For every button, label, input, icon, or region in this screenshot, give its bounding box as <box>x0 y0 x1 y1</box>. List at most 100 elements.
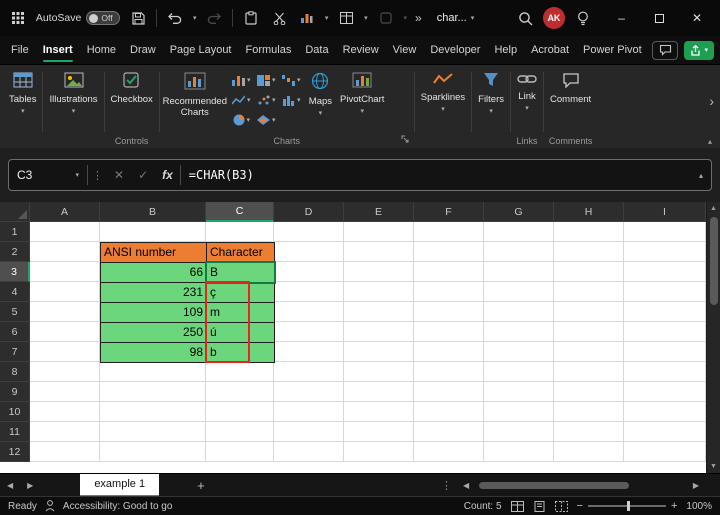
cell-A12[interactable] <box>30 442 100 462</box>
formula-bar-collapse-icon[interactable]: ▴ <box>691 171 711 180</box>
row-header-3[interactable]: 3 <box>0 262 30 282</box>
name-box[interactable]: C3 ▾ <box>9 168 87 182</box>
cell-A10[interactable] <box>30 402 100 422</box>
cell-B10[interactable] <box>100 402 206 422</box>
row-header-12[interactable]: 12 <box>0 442 30 462</box>
cell-B5[interactable]: 109 <box>100 302 207 323</box>
cell-H10[interactable] <box>554 402 624 422</box>
cell-I3[interactable] <box>624 262 706 282</box>
cell-A4[interactable] <box>30 282 100 302</box>
count-indicator[interactable]: Count: 5 <box>464 501 502 512</box>
cell-C1[interactable] <box>206 222 274 242</box>
row-header-6[interactable]: 6 <box>0 322 30 342</box>
page-break-view-icon[interactable] <box>554 500 568 512</box>
filters-button[interactable]: Filters ▾ <box>475 68 507 116</box>
formula-input[interactable]: =CHAR(B3) <box>181 168 691 182</box>
cell-D1[interactable] <box>274 222 344 242</box>
cell-F3[interactable] <box>414 262 484 282</box>
cell-B3[interactable]: 66 <box>100 262 207 283</box>
cell-E8[interactable] <box>344 362 414 382</box>
cell-I12[interactable] <box>624 442 706 462</box>
menu-tab-file[interactable]: File <box>4 36 36 64</box>
accessibility-status[interactable]: Accessibility: Good to go <box>63 501 173 512</box>
comment-button[interactable]: Comment <box>547 68 594 107</box>
cell-I4[interactable] <box>624 282 706 302</box>
row-header-11[interactable]: 11 <box>0 422 30 442</box>
cell-D3[interactable] <box>274 262 344 282</box>
cell-G7[interactable] <box>484 342 554 362</box>
search-icon[interactable] <box>515 8 535 28</box>
sparklines-button[interactable]: Sparklines ▾ <box>418 68 468 114</box>
column-chart-button[interactable]: ▾ <box>229 75 254 86</box>
cell-H5[interactable] <box>554 302 624 322</box>
add-sheet-button[interactable]: + <box>187 478 215 493</box>
cell-H8[interactable] <box>554 362 624 382</box>
normal-view-icon[interactable] <box>510 500 524 512</box>
cell-C8[interactable] <box>206 362 274 382</box>
column-header-C[interactable]: C <box>206 202 274 222</box>
cell-E10[interactable] <box>344 402 414 422</box>
column-header-B[interactable]: B <box>100 202 206 222</box>
row-header-4[interactable]: 4 <box>0 282 30 302</box>
cell-A3[interactable] <box>30 262 100 282</box>
cut-scissors-icon[interactable] <box>269 8 289 28</box>
cell-E9[interactable] <box>344 382 414 402</box>
cell-B9[interactable] <box>100 382 206 402</box>
column-header-A[interactable]: A <box>30 202 100 222</box>
zoom-out-button[interactable]: − <box>577 500 583 512</box>
cell-C5[interactable]: m <box>206 302 275 323</box>
cell-E6[interactable] <box>344 322 414 342</box>
cell-B8[interactable] <box>100 362 206 382</box>
select-all-corner[interactable] <box>0 202 30 222</box>
autosave-toggle[interactable]: AutoSave Off <box>36 11 121 25</box>
cell-C9[interactable] <box>206 382 274 402</box>
charts-dialog-launcher-icon[interactable] <box>401 130 409 148</box>
cell-C10[interactable] <box>206 402 274 422</box>
cell-I6[interactable] <box>624 322 706 342</box>
undo-chevron-icon[interactable]: ▾ <box>193 15 197 22</box>
menu-tab-page-layout[interactable]: Page Layout <box>163 36 239 64</box>
cell-F10[interactable] <box>414 402 484 422</box>
zoom-level[interactable]: 100% <box>686 501 712 512</box>
cell-A7[interactable] <box>30 342 100 362</box>
cell-H2[interactable] <box>554 242 624 262</box>
cell-H12[interactable] <box>554 442 624 462</box>
cell-E5[interactable] <box>344 302 414 322</box>
menu-tab-home[interactable]: Home <box>80 36 123 64</box>
cell-D12[interactable] <box>274 442 344 462</box>
cell-H7[interactable] <box>554 342 624 362</box>
row-header-7[interactable]: 7 <box>0 342 30 362</box>
cell-H4[interactable] <box>554 282 624 302</box>
collapse-ribbon-icon[interactable]: ▴ <box>708 137 712 146</box>
qat-table-chevron-icon[interactable]: ▾ <box>364 15 368 22</box>
menu-tab-insert[interactable]: Insert <box>36 36 80 64</box>
cell-D10[interactable] <box>274 402 344 422</box>
sheet-nav-right-icon[interactable]: ▶ <box>20 481 40 490</box>
cell-F11[interactable] <box>414 422 484 442</box>
scroll-up-icon[interactable]: ▲ <box>710 202 717 215</box>
cell-A9[interactable] <box>30 382 100 402</box>
menu-tab-power-pivot[interactable]: Power Pivot <box>576 36 649 64</box>
cell-B6[interactable]: 250 <box>100 322 207 343</box>
cell-D7[interactable] <box>274 342 344 362</box>
close-button[interactable]: ✕ <box>682 6 712 30</box>
undo-icon[interactable] <box>165 8 185 28</box>
cell-E12[interactable] <box>344 442 414 462</box>
cell-F9[interactable] <box>414 382 484 402</box>
share-button[interactable]: ▾ <box>684 40 714 60</box>
qat-chart-chevron-icon[interactable]: ▾ <box>325 15 329 22</box>
clipboard-icon[interactable] <box>241 8 261 28</box>
cell-I1[interactable] <box>624 222 706 242</box>
column-header-D[interactable]: D <box>274 202 344 222</box>
maps-button[interactable]: Maps ▾ <box>306 68 335 118</box>
zoom-slider[interactable] <box>587 501 666 511</box>
scatter-chart-button[interactable]: ▾ <box>254 95 279 106</box>
cell-I7[interactable] <box>624 342 706 362</box>
cell-A6[interactable] <box>30 322 100 342</box>
vertical-scrollbar[interactable]: ▲ ▼ <box>706 202 720 473</box>
column-header-G[interactable]: G <box>484 202 554 222</box>
checkbox-button[interactable]: Checkbox <box>108 68 156 107</box>
apps-grid-icon[interactable] <box>8 8 28 28</box>
statistic-chart-button[interactable]: ▾ <box>279 95 304 106</box>
cell-C12[interactable] <box>206 442 274 462</box>
